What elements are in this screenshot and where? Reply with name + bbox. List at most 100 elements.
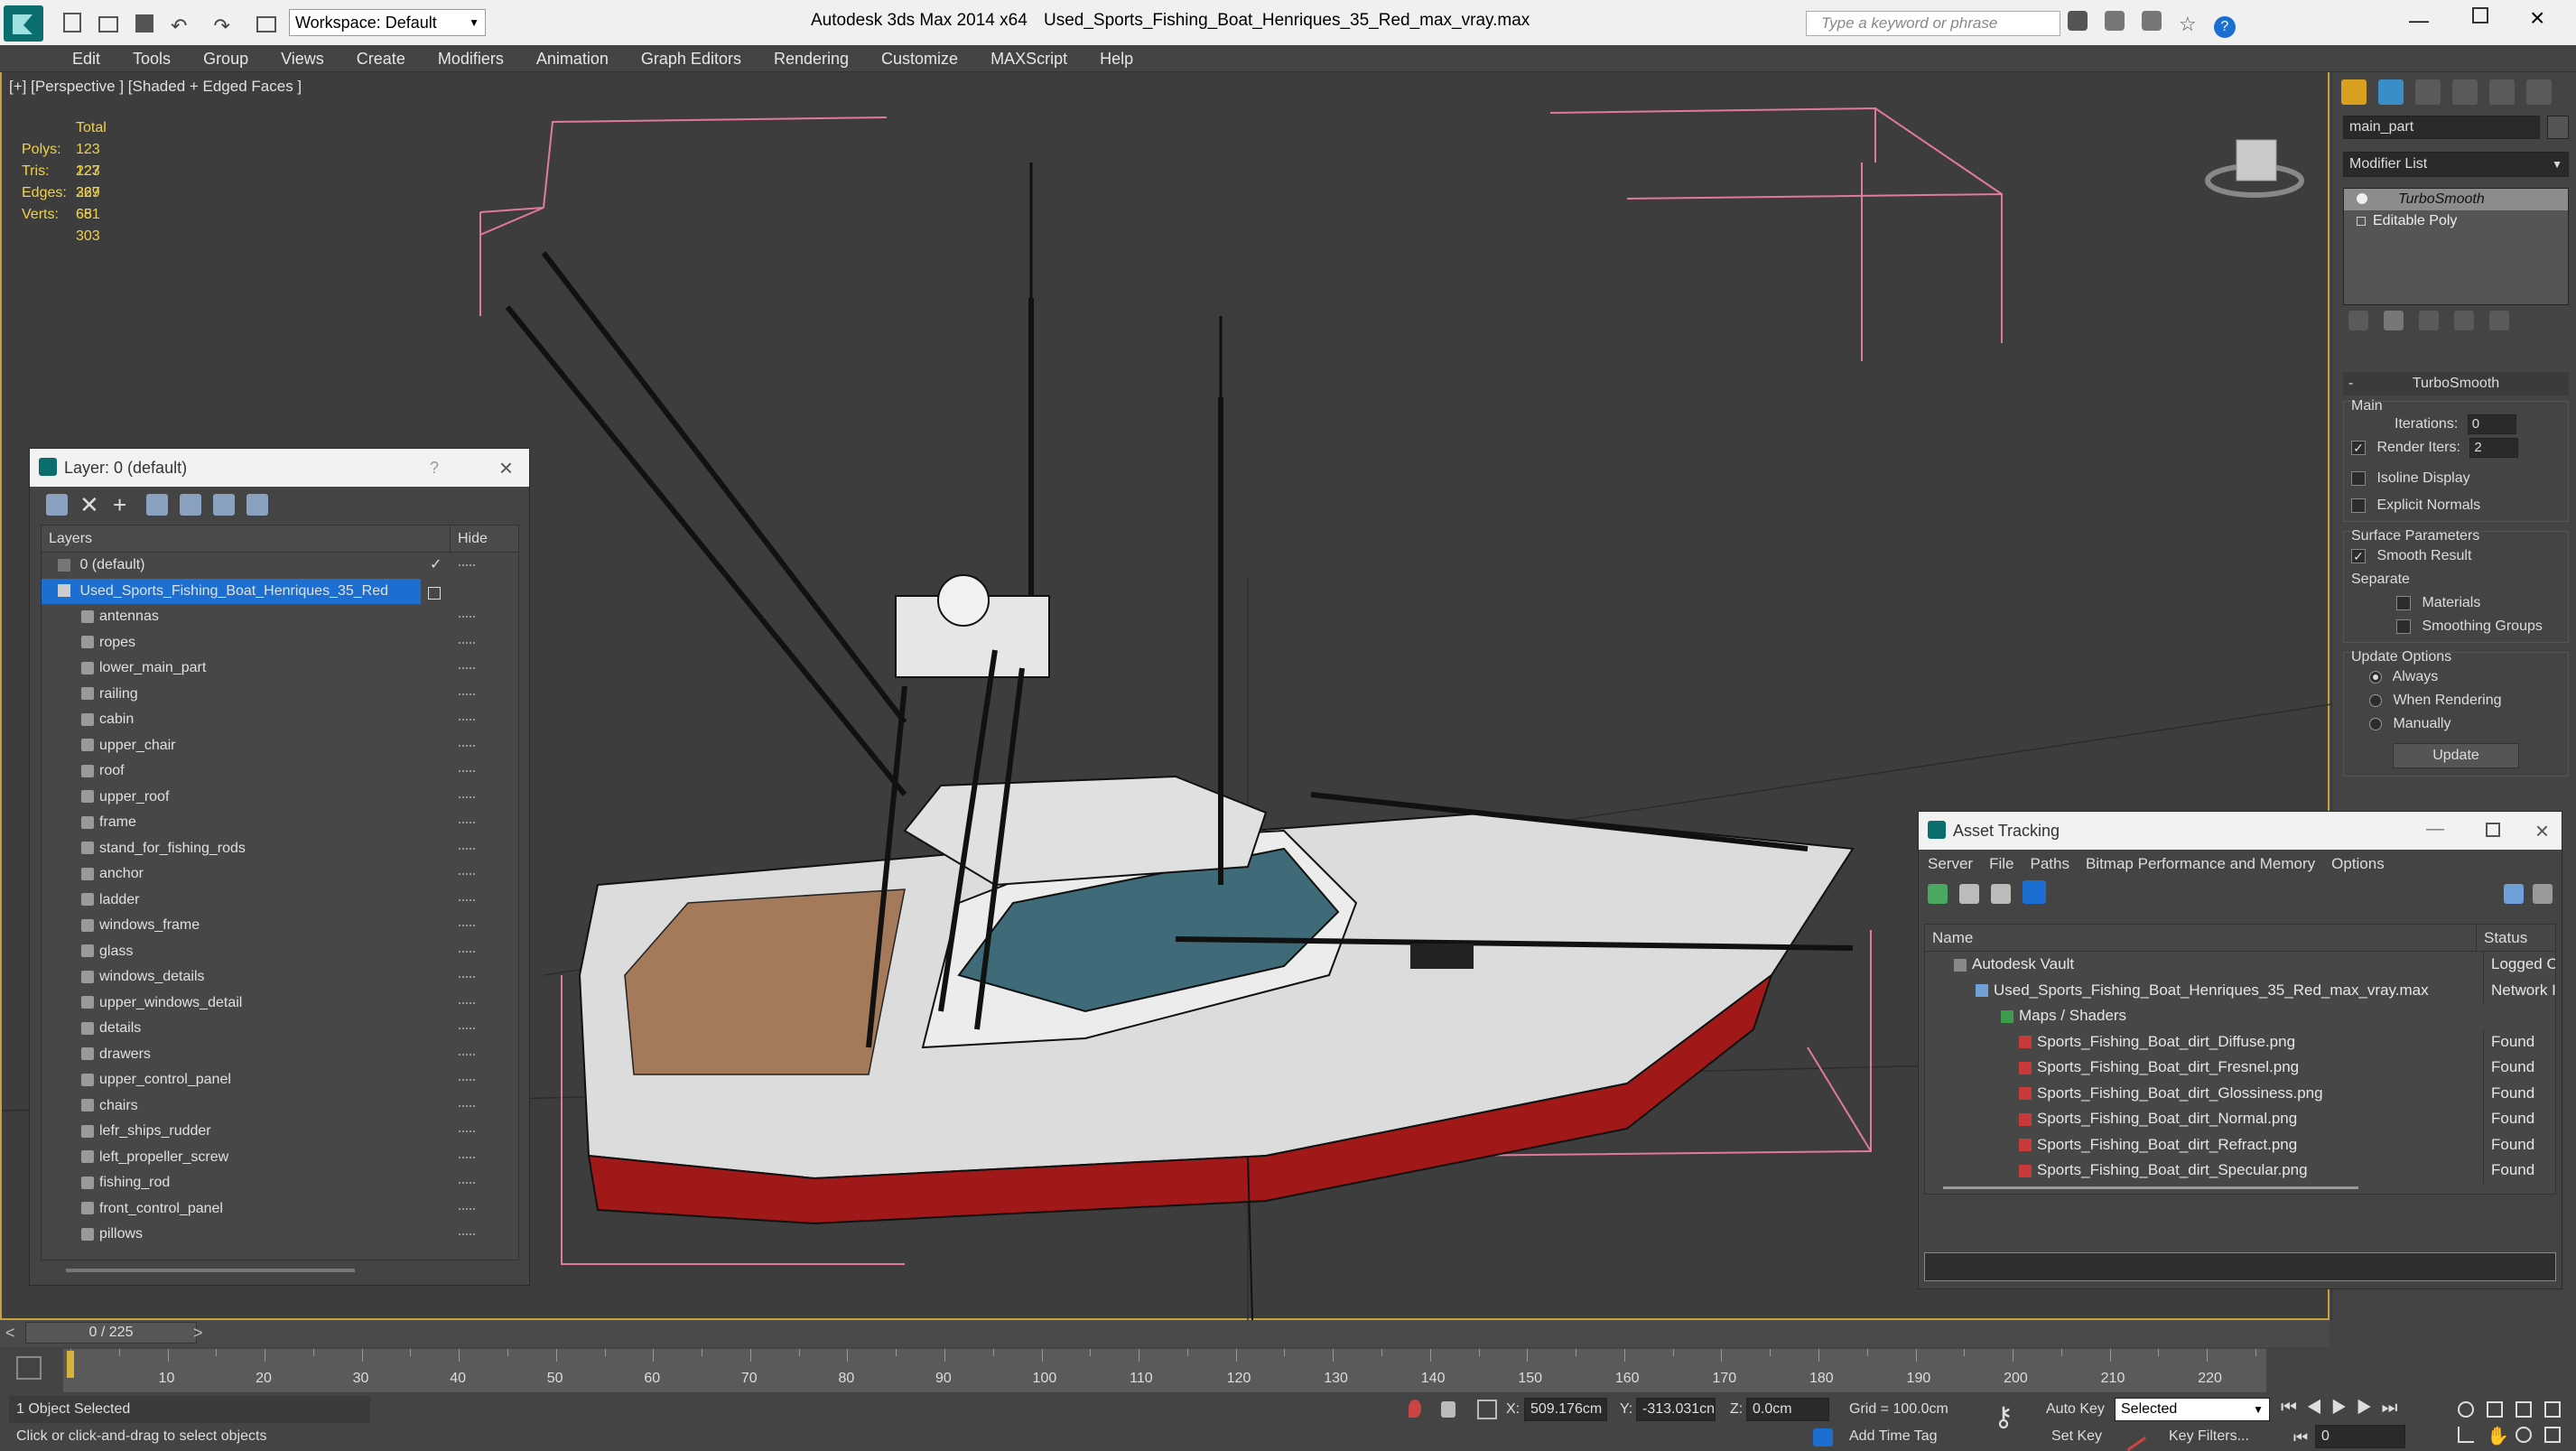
smooth-result-checkbox[interactable]: ✓	[2351, 548, 2366, 563]
asset-row[interactable]: Autodesk Vault Logged C	[1925, 952, 2555, 978]
current-frame-field[interactable]: 0	[2315, 1425, 2405, 1448]
select-objects-icon[interactable]	[146, 494, 169, 516]
time-slider[interactable]: < 0 / 225 >	[0, 1320, 2330, 1347]
zoom-all-icon[interactable]	[2487, 1401, 2503, 1418]
render-iters-spinner[interactable]: 2	[2469, 437, 2519, 458]
object-name-field[interactable]: main_part	[2343, 116, 2540, 139]
layer-child-row[interactable]: upper_roof	[42, 785, 518, 811]
layer-child-row[interactable]: upper_windows_detail	[42, 991, 518, 1017]
hide-toggle[interactable]	[459, 770, 475, 772]
create-layer-icon[interactable]	[46, 494, 68, 516]
asset-horizontal-scrollbar[interactable]	[1943, 1186, 2358, 1189]
layer-child-row[interactable]: stand_for_fishing_rods	[42, 836, 518, 862]
hide-toggle[interactable]	[459, 667, 475, 669]
y-coordinate-field[interactable]: -313.031cn	[1636, 1398, 1716, 1421]
asset-row[interactable]: Sports_Fishing_Boat_dirt_Specular.png Fou…	[1925, 1158, 2555, 1184]
isolate-icon[interactable]	[1409, 1400, 1421, 1418]
track-bar[interactable]: 10 20 30 40 50 60 70 80 90 100 110 120 130 140 150 160 1…	[63, 1349, 2266, 1392]
layers-column-header[interactable]: Layers	[49, 526, 92, 553]
asset-menu-options[interactable]: Options	[2331, 855, 2385, 872]
hide-toggle[interactable]	[459, 1182, 475, 1184]
asset-menu-paths[interactable]: Paths	[2030, 855, 2069, 872]
hide-toggle[interactable]	[459, 873, 475, 875]
display-tab-icon[interactable]	[2489, 79, 2516, 105]
iterations-spinner[interactable]: 0	[2467, 414, 2516, 434]
hide-toggle[interactable]	[459, 616, 475, 618]
layer-child-row[interactable]: cabin	[42, 707, 518, 733]
layer-child-row[interactable]: frame	[42, 810, 518, 836]
layer-child-row[interactable]: pillows	[42, 1222, 518, 1248]
key-mode-dropdown[interactable]: Selected ▼	[2115, 1398, 2270, 1421]
subscription-icon[interactable]	[2105, 11, 2125, 31]
hide-box-icon[interactable]	[428, 587, 441, 600]
zoom-icon[interactable]	[2458, 1401, 2474, 1418]
asset-menu-file[interactable]: File	[1989, 855, 2013, 872]
hide-toggle[interactable]	[459, 1207, 475, 1210]
time-slider-left-arrow[interactable]: <	[5, 1324, 15, 1343]
favorites-star-icon[interactable]: ☆	[2179, 13, 2197, 36]
asset-row[interactable]: Used_Sports_Fishing_Boat_Henriques_35_Re…	[1925, 977, 2555, 1003]
zoom-extents-icon[interactable]	[2516, 1401, 2532, 1418]
asset-options-icon[interactable]	[2533, 884, 2553, 904]
key-filters-button[interactable]: Key Filters...	[2169, 1428, 2249, 1445]
layer-child-row[interactable]: fishing_rod	[42, 1170, 518, 1196]
previous-frame-icon[interactable]: ◀	[2306, 1398, 2331, 1418]
freeze-all-layers-icon[interactable]	[246, 494, 269, 516]
asset-path-field[interactable]	[1924, 1252, 2556, 1281]
hierarchy-tab-icon[interactable]	[2415, 79, 2441, 105]
remove-modifier-icon[interactable]	[2454, 311, 2475, 330]
hide-toggle[interactable]	[459, 1130, 475, 1132]
lightbulb-icon[interactable]	[2357, 193, 2367, 204]
layer-window-close-button[interactable]: ×	[499, 449, 513, 487]
binoculars-icon[interactable]	[2068, 11, 2088, 31]
maximize-button[interactable]	[2472, 7, 2488, 23]
rollout-header[interactable]: - TurboSmooth	[2343, 372, 2569, 395]
hide-toggle[interactable]	[459, 898, 475, 901]
layer-child-row[interactable]: upper_chair	[42, 733, 518, 759]
menu-tools[interactable]: Tools	[116, 45, 187, 72]
menu-modifiers[interactable]: Modifiers	[422, 45, 520, 72]
hide-toggle[interactable]	[459, 822, 475, 823]
key-icon[interactable]: ⚷	[1994, 1401, 2013, 1433]
hide-toggle[interactable]	[459, 847, 475, 850]
hide-toggle[interactable]	[459, 1001, 475, 1004]
key-mode-toggle-icon[interactable]: ⏮	[2293, 1428, 2308, 1447]
absolute-mode-icon[interactable]	[1477, 1400, 1497, 1419]
layer-child-row[interactable]: windows_details	[42, 964, 518, 991]
layer-child-row[interactable]: anchor	[42, 861, 518, 888]
asset-row[interactable]: Sports_Fishing_Boat_dirt_Diffuse.png Foun…	[1925, 1028, 2555, 1055]
play-icon[interactable]: ▶	[2331, 1398, 2357, 1418]
lock-icon[interactable]	[1441, 1401, 1455, 1418]
layer-window-help-button[interactable]: ?	[430, 449, 439, 487]
zoom-extents-all-icon[interactable]	[2544, 1401, 2561, 1418]
z-coordinate-field[interactable]: 0.0cm	[1746, 1398, 1829, 1421]
always-radio[interactable]	[2369, 670, 2382, 684]
asset-row[interactable]: Maps / Shaders	[1925, 1003, 2555, 1029]
menu-maxscript[interactable]: MAXScript	[974, 45, 1083, 72]
update-button[interactable]: Update	[2393, 743, 2519, 768]
menu-views[interactable]: Views	[265, 45, 340, 72]
hide-toggle[interactable]	[459, 795, 475, 798]
hide-toggle[interactable]	[459, 693, 475, 695]
timeline-menu-icon[interactable]	[16, 1356, 42, 1380]
layer-horizontal-scrollbar[interactable]	[66, 1269, 355, 1272]
hide-toggle[interactable]	[459, 1028, 475, 1029]
save-icon[interactable]	[135, 14, 154, 33]
orbit-icon[interactable]	[2516, 1427, 2532, 1443]
layer-row-default[interactable]: 0 (default) ✓	[42, 553, 518, 579]
delete-layer-icon[interactable]: ✕	[79, 493, 101, 516]
stack-item-turbosmooth[interactable]: TurboSmooth	[2344, 189, 2568, 210]
hide-toggle[interactable]	[459, 1156, 475, 1158]
hide-toggle[interactable]	[459, 1104, 475, 1107]
asset-row[interactable]: Sports_Fishing_Boat_dirt_Fresnel.png Foun…	[1925, 1055, 2555, 1081]
layer-child-row[interactable]: lefr_ships_rudder	[42, 1119, 518, 1145]
modifier-list-dropdown[interactable]: Modifier List ▼	[2343, 152, 2569, 177]
explicit-normals-checkbox[interactable]	[2351, 498, 2366, 513]
boat-model[interactable]	[505, 163, 1855, 1320]
open-file-icon[interactable]	[98, 16, 119, 33]
layer-child-row[interactable]: ropes	[42, 630, 518, 656]
layer-child-row[interactable]: left_propeller_screw	[42, 1145, 518, 1171]
asset-row[interactable]: Sports_Fishing_Boat_dirt_Glossiness.png F…	[1925, 1080, 2555, 1106]
add-to-layer-icon[interactable]: +	[113, 493, 135, 516]
smoothing-groups-checkbox[interactable]	[2396, 619, 2411, 634]
